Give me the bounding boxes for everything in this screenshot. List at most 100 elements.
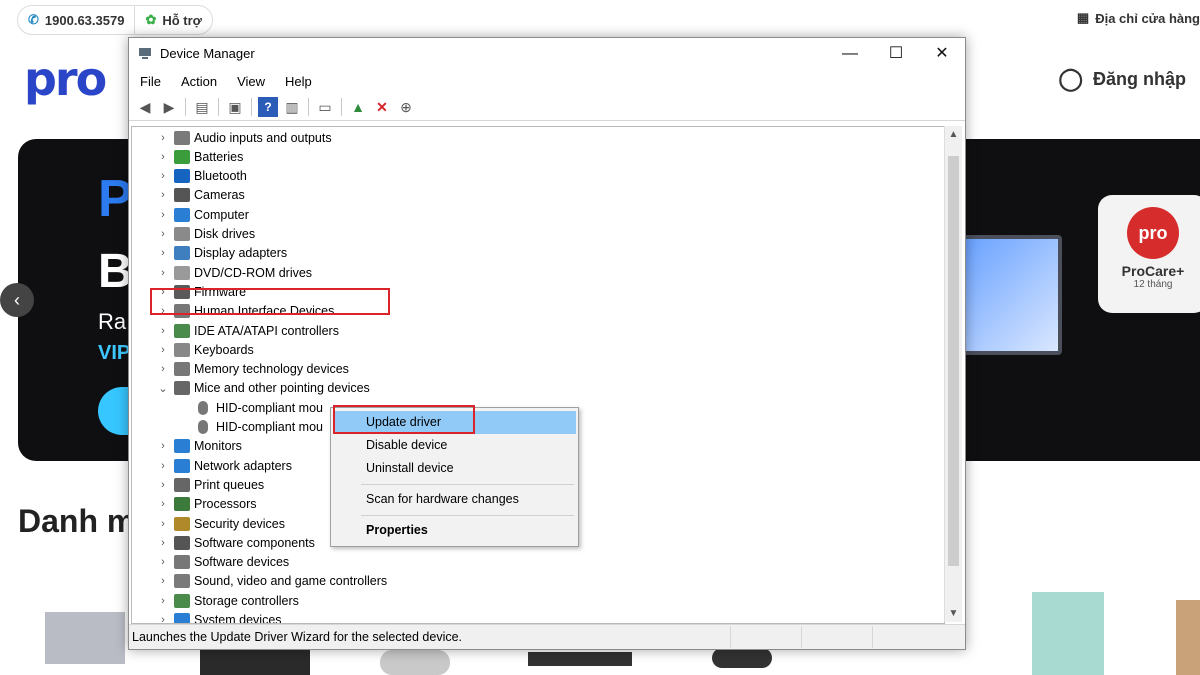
tree-node[interactable]: › Security devices — [132, 514, 285, 533]
tree-node[interactable]: › IDE ATA/ATAPI controllers — [132, 321, 339, 340]
tree-node[interactable]: ⌄ Mice and other pointing devices — [132, 379, 370, 398]
chevron-right-icon[interactable]: › — [156, 151, 170, 163]
chevron-right-icon[interactable]: › — [156, 209, 170, 221]
device-category-icon — [174, 516, 190, 531]
product-cabinet[interactable] — [1032, 592, 1104, 675]
chevron-right-icon[interactable]: › — [156, 267, 170, 279]
device-category-icon — [174, 477, 190, 492]
tree-node[interactable]: › Display adapters — [132, 244, 287, 263]
menu-view[interactable]: View — [226, 71, 274, 93]
vertical-scrollbar[interactable]: ▲ ▼ — [944, 126, 962, 622]
chevron-right-icon[interactable]: › — [156, 363, 170, 375]
chevron-right-icon[interactable]: › — [156, 479, 170, 491]
procare-badge: pro — [1127, 207, 1179, 259]
tree-node[interactable]: › Cameras — [132, 186, 245, 205]
tree-node[interactable]: › Disk drives — [132, 225, 255, 244]
maximize-button[interactable]: ☐ — [873, 38, 919, 70]
site-logo[interactable]: pro — [24, 52, 107, 106]
menu-action[interactable]: Action — [170, 71, 226, 93]
chevron-right-icon[interactable]: › — [156, 170, 170, 182]
minimize-button[interactable]: — — [827, 38, 873, 70]
tree-child-node[interactable]: HID-compliant mou — [198, 398, 323, 417]
chevron-right-icon[interactable]: › — [156, 575, 170, 587]
menu-uninstall-device[interactable]: Uninstall device — [333, 457, 576, 480]
tree-node[interactable]: › Memory technology devices — [132, 360, 349, 379]
menu-file[interactable]: File — [129, 71, 170, 93]
procare-title: ProCare+ — [1121, 263, 1185, 279]
tree-node-label: Disk drives — [194, 227, 256, 241]
tree-child-node[interactable]: HID-compliant mou — [198, 418, 323, 437]
menu-help[interactable]: Help — [274, 71, 321, 93]
show-hide-tree-icon[interactable]: ▤ — [192, 97, 212, 117]
chevron-right-icon[interactable]: › — [156, 614, 170, 623]
device-category-icon — [174, 227, 190, 241]
device-category-icon — [174, 458, 190, 473]
device-category-icon — [174, 342, 190, 357]
back-icon[interactable]: ◀ — [135, 97, 155, 117]
close-button[interactable]: ✕ — [919, 38, 965, 70]
chevron-right-icon[interactable]: › — [156, 247, 170, 259]
device-tree[interactable]: › Audio inputs and outputs › Batteries › Blue… — [131, 126, 945, 624]
tree-node[interactable]: › Monitors — [132, 437, 242, 456]
chevron-right-icon[interactable]: › — [156, 537, 170, 549]
product-gamepad[interactable] — [380, 650, 450, 675]
chevron-right-icon[interactable]: › — [156, 189, 170, 201]
tree-node[interactable]: › DVD/CD-ROM drives — [132, 263, 312, 282]
title-bar[interactable]: Device Manager — ☐ ✕ — [129, 38, 965, 70]
chevron-right-icon[interactable]: › — [156, 325, 170, 337]
menu-scan-hardware[interactable]: Scan for hardware changes — [333, 488, 576, 511]
tree-node-label: Audio inputs and outputs — [194, 130, 332, 145]
store-link[interactable]: ▦ Địa chỉ cửa hàng — [1077, 10, 1200, 26]
properties-icon[interactable]: ▣ — [225, 97, 245, 117]
disable-icon[interactable]: ⊕ — [396, 97, 416, 117]
menu-properties[interactable]: Properties — [333, 519, 576, 542]
chevron-right-icon[interactable]: › — [156, 228, 170, 240]
chevron-right-icon[interactable]: › — [156, 518, 170, 530]
tree-node[interactable]: › Print queues — [132, 475, 264, 494]
tree-node[interactable]: › Software devices — [132, 553, 289, 572]
chevron-right-icon[interactable]: › — [156, 132, 170, 144]
product-chair[interactable] — [712, 648, 772, 668]
update-driver-icon[interactable]: ▲ — [348, 97, 368, 117]
uninstall-icon[interactable]: ✕ — [372, 97, 392, 117]
tree-node[interactable]: › Software components — [132, 533, 315, 552]
chevron-right-icon[interactable]: › — [156, 460, 170, 472]
tree-node[interactable]: › Processors — [132, 495, 257, 514]
scroll-thumb[interactable] — [948, 156, 959, 566]
login-button[interactable]: ◯ Đăng nhập — [1058, 66, 1186, 92]
tree-node[interactable]: › Batteries — [132, 147, 243, 166]
chevron-right-icon[interactable]: › — [156, 498, 170, 510]
chevron-right-icon[interactable]: › — [156, 344, 170, 356]
help-icon[interactable]: ? — [258, 97, 278, 117]
banner-ra: Ra — [98, 309, 127, 334]
device-category-icon — [174, 593, 190, 608]
scroll-down-icon[interactable]: ▼ — [945, 605, 962, 622]
device-category-icon — [174, 130, 190, 145]
view-icon[interactable]: ▥ — [282, 97, 302, 117]
scroll-up-icon[interactable]: ▲ — [945, 126, 962, 143]
tree-node-label: Display adapters — [194, 246, 288, 261]
chevron-right-icon[interactable]: › — [156, 556, 170, 568]
product-keyboard[interactable] — [528, 652, 632, 666]
chevron-down-icon[interactable]: ⌄ — [156, 382, 170, 395]
tree-node[interactable]: › Computer — [132, 205, 249, 224]
tree-node-label: Memory technology devices — [194, 362, 349, 377]
product-stand[interactable] — [1176, 600, 1200, 675]
tree-node[interactable]: › Bluetooth — [132, 167, 247, 186]
tree-node[interactable]: › Keyboards — [132, 340, 254, 359]
tree-node[interactable]: › Audio inputs and outputs — [132, 128, 332, 147]
support-pill[interactable]: ✿ Hỗ trợ — [134, 6, 211, 34]
banner-prev-arrow[interactable]: ‹ — [0, 283, 34, 317]
chevron-right-icon[interactable]: › — [156, 440, 170, 452]
tree-node[interactable]: › System devices — [132, 611, 282, 623]
menu-disable-device[interactable]: Disable device — [333, 434, 576, 457]
product-laptop[interactable] — [45, 612, 125, 664]
store-label: Địa chỉ cửa hàng — [1095, 10, 1200, 26]
forward-icon[interactable]: ▶ — [159, 97, 179, 117]
tree-node[interactable]: › Network adapters — [132, 456, 292, 475]
scan-hardware-icon[interactable]: ▭ — [315, 97, 335, 117]
phone-pill[interactable]: ✆ 1900.63.3579 — [18, 6, 134, 34]
tree-node[interactable]: › Storage controllers — [132, 591, 299, 610]
tree-node[interactable]: › Sound, video and game controllers — [132, 572, 387, 591]
chevron-right-icon[interactable]: › — [156, 595, 170, 607]
